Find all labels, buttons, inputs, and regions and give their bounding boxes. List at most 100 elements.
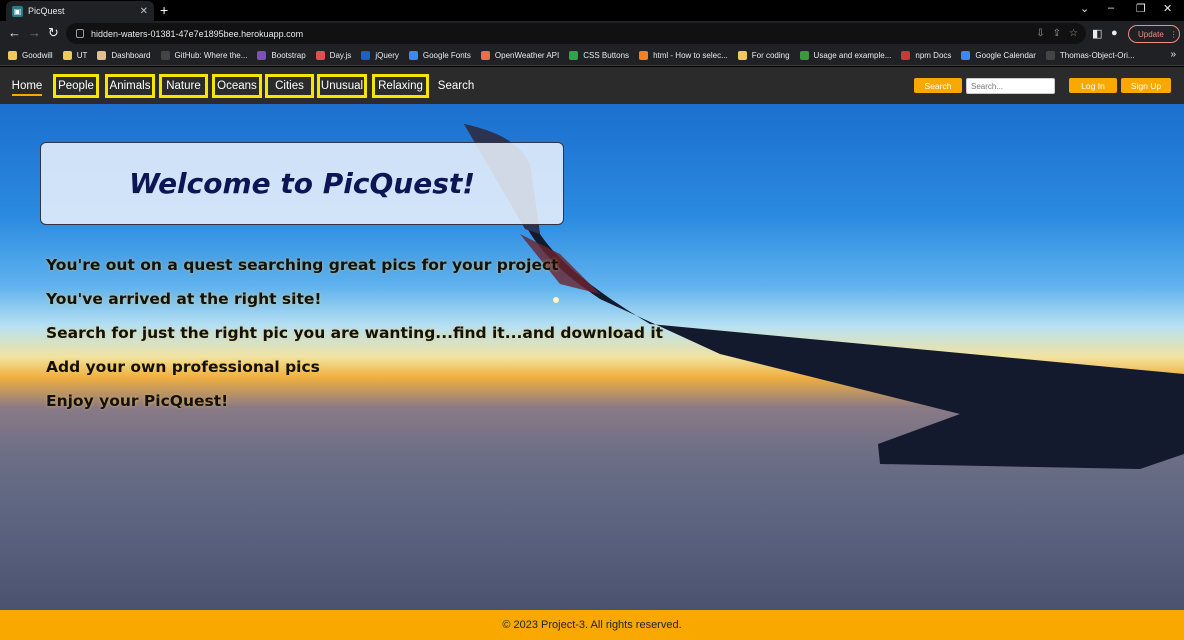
bookmark-item[interactable]: CSS Buttons [569,51,629,60]
bookmark-item[interactable]: Google Calendar [961,51,1036,60]
more-menu-icon: ⋮ [1169,29,1178,39]
bookmarks-bar: Goodwill UT Dashboard GitHub: Where the... B… [0,46,1184,66]
forward-icon[interactable]: → [28,25,41,40]
intro-line: You've arrived at the right site! [46,290,322,308]
bookmark-item[interactable]: UT [62,51,88,60]
bookmark-item[interactable]: Dashboard [97,51,151,60]
bookmark-item[interactable]: npm Docs [901,51,951,60]
nav-relaxing[interactable]: Relaxing [372,74,429,98]
bookmark-icon [901,51,911,60]
search-placeholder: Search... [971,81,1004,91]
page-title: Welcome to PicQuest! [128,167,476,200]
nav-home[interactable]: Home [12,76,42,96]
bookmark-icon [961,51,971,60]
intro-line: Search for just the right pic you are wa… [46,324,664,342]
nav-animals[interactable]: Animals [105,74,155,98]
intro-lines: You're out on a quest searching great pi… [46,256,663,426]
bookmark-item[interactable]: GitHub: Where the... [160,51,247,60]
update-label: Update [1138,29,1164,39]
bookmark-label: For coding [751,51,790,60]
nav-oceans[interactable]: Oceans [212,74,262,98]
bookmark-label: UT [76,51,88,60]
bookmark-icon [639,51,649,60]
copyright-text: © 2023 Project-3. All rights reserved. [502,619,682,631]
bookmark-star-icon[interactable]: ☆ [1069,28,1078,39]
install-icon[interactable]: ⇩ [1036,28,1044,39]
browser-toolbar: ← → ↻ hidden-waters-01381-47e7e1895bee.h… [0,21,1184,46]
bookmark-label: npm Docs [915,51,952,60]
bookmark-item[interactable]: For coding [737,51,790,60]
update-button[interactable]: Update ⋮ [1128,25,1180,43]
bookmark-icon [737,51,747,60]
bookmark-icon [408,51,418,60]
url-text: hidden-waters-01381-47e7e1895bee.herokua… [91,28,304,39]
bookmark-label: OpenWeather API [494,51,560,60]
site-viewport: Home People Animals Nature Oceans Cities… [0,67,1184,640]
bookmark-label: Thomas-Object-Ori... [1059,51,1135,60]
bookmark-icon [62,51,72,60]
search-button[interactable]: Search [914,78,962,93]
bookmark-icon [315,51,325,60]
bookmark-item[interactable]: Google Fonts [408,51,471,60]
bookmark-icon [8,51,17,60]
tab-title: PicQuest [28,6,65,16]
nav-search[interactable]: Search [436,74,476,98]
minimize-icon[interactable]: – [1108,2,1114,14]
bookmark-label: Google Calendar [975,51,1036,60]
bookmark-icon [799,51,809,60]
intro-line: You're out on a quest searching great pi… [46,256,559,274]
address-bar[interactable]: hidden-waters-01381-47e7e1895bee.herokua… [66,23,1086,44]
bookmark-item[interactable]: Goodwill [8,51,53,60]
bookmark-label: Goodwill [22,51,53,60]
side-panel-icon[interactable]: ◧ [1092,27,1102,40]
nav-unusual[interactable]: Unusual [317,74,367,98]
search-input[interactable]: Search... [966,78,1055,94]
bookmarks-overflow-icon[interactable]: » [1170,49,1176,60]
bookmark-label: Bootstrap [271,51,306,60]
bookmark-icon [569,51,579,60]
reload-icon[interactable]: ↻ [48,25,59,41]
lock-icon [76,29,84,38]
bookmark-label: CSS Buttons [583,51,630,60]
bookmark-label: html - How to selec... [653,51,728,60]
bookmark-item[interactable]: Usage and example... [799,51,892,60]
browser-tab-bar: ▣ PicQuest ✕ + ⌄ – ❐ ✕ [0,0,1184,21]
restore-icon[interactable]: ❐ [1136,2,1146,15]
bookmark-item[interactable]: jQuery [361,51,399,60]
bookmark-label: Usage and example... [813,51,892,60]
bookmark-icon [1045,51,1055,60]
window-close-icon[interactable]: ✕ [1163,2,1172,15]
browser-tab[interactable]: ▣ PicQuest ✕ [6,1,154,21]
new-tab-icon[interactable]: + [160,2,168,18]
nav-nature[interactable]: Nature [159,74,208,98]
bookmark-item[interactable]: OpenWeather API [480,51,560,60]
intro-line: Add your own professional pics [46,358,320,376]
back-icon[interactable]: ← [8,25,21,40]
nav-people[interactable]: People [53,74,99,98]
bookmark-item[interactable]: Bootstrap [257,51,306,60]
picquest-favicon-icon: ▣ [12,5,23,17]
bookmark-icon [97,51,107,60]
tab-search-chevron-icon[interactable]: ⌄ [1080,2,1089,15]
bookmark-icon [480,51,490,60]
bookmark-item[interactable]: Thomas-Object-Ori... [1045,51,1135,60]
tab-close-icon[interactable]: ✕ [140,6,148,17]
intro-line: Enjoy your PicQuest! [46,392,229,410]
profile-icon[interactable]: ● [1111,27,1118,39]
signup-button[interactable]: Sign Up [1121,78,1171,93]
nav-cities[interactable]: Cities [265,74,314,98]
bookmark-label: jQuery [375,51,399,60]
bookmark-label: Day.js [329,51,352,60]
bookmark-item[interactable]: html - How to selec... [639,51,728,60]
bookmark-item[interactable]: Day.js [315,51,352,60]
bookmark-label: Google Fonts [422,51,471,60]
share-icon[interactable]: ⇪ [1053,28,1061,39]
bookmark-icon [160,51,170,60]
login-button[interactable]: Log In [1069,78,1117,93]
site-navbar: Home People Animals Nature Oceans Cities… [0,67,1184,104]
bookmark-label: Dashboard [111,51,151,60]
welcome-card: Welcome to PicQuest! [40,142,564,225]
bookmark-icon [257,51,267,60]
site-footer: © 2023 Project-3. All rights reserved. [0,610,1184,640]
bookmark-icon [361,51,371,60]
